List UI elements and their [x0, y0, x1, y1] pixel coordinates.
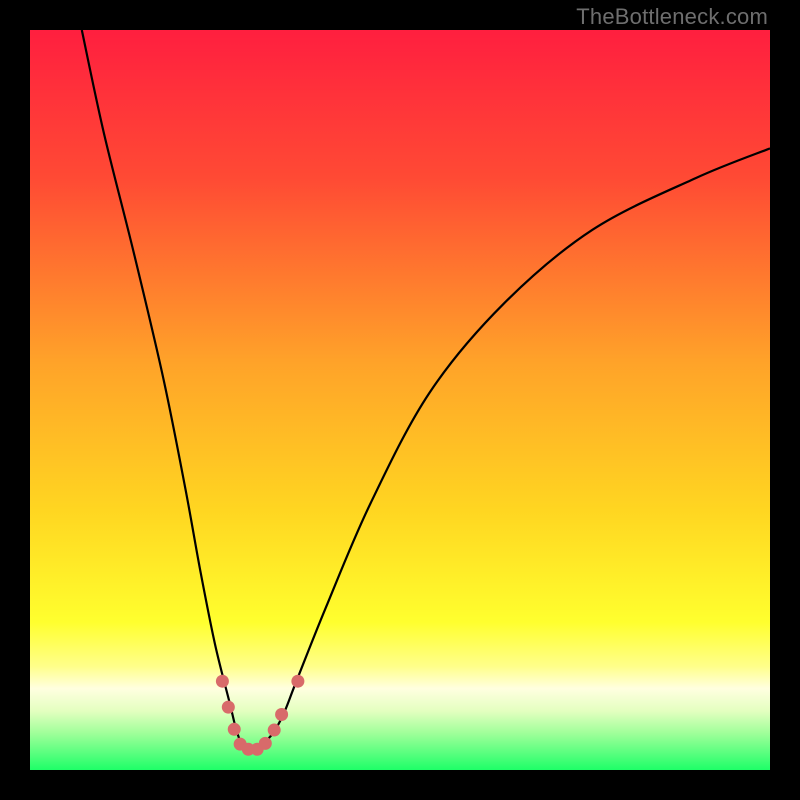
curve-layer	[30, 30, 770, 770]
marker-point	[268, 724, 281, 737]
watermark-text: TheBottleneck.com	[576, 4, 768, 30]
plot-area	[30, 30, 770, 770]
marker-point	[216, 675, 229, 688]
marker-point	[222, 701, 235, 714]
marker-point	[228, 723, 241, 736]
bottleneck-curve	[82, 30, 770, 749]
marker-point	[259, 737, 272, 750]
marker-point	[291, 675, 304, 688]
highlight-markers	[216, 675, 304, 756]
marker-point	[275, 708, 288, 721]
chart-frame: TheBottleneck.com	[0, 0, 800, 800]
